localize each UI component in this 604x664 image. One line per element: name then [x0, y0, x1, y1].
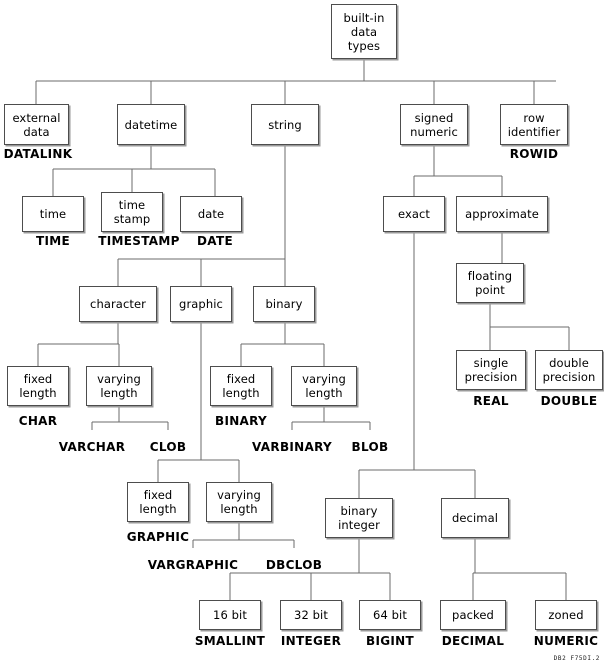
- node-time: time: [22, 196, 84, 232]
- node-external: external data: [4, 104, 69, 145]
- node-grfixed: fixed length: [127, 482, 189, 522]
- node-character: character: [79, 286, 157, 322]
- sql-type-name-rowid: ROWID: [509, 147, 559, 161]
- node-packed: packed: [440, 600, 506, 630]
- node-binint: binary integer: [325, 498, 393, 538]
- node-binary: binary: [253, 286, 315, 322]
- node-approximate: approximate: [456, 196, 548, 232]
- sql-type-name-date: DATE: [197, 234, 233, 248]
- sql-type-name-real: REAL: [473, 394, 509, 408]
- sql-type-name-datalink: DATALINK: [3, 147, 73, 161]
- sql-type-name-integer: INTEGER: [280, 634, 342, 648]
- node-bit16: 16 bit: [199, 600, 261, 630]
- sql-type-name-smallint: SMALLINT: [194, 634, 266, 648]
- builtin-data-types-diagram: built-in data types external data datetime…: [0, 0, 604, 664]
- sql-type-name-double: DOUBLE: [540, 394, 598, 408]
- node-builtin: built-in data types: [331, 4, 397, 59]
- node-timestamp: time stamp: [101, 192, 163, 232]
- sql-type-name-blob: BLOB: [351, 440, 389, 454]
- sql-type-name-numeric: NUMERIC: [533, 634, 599, 648]
- node-decimal: decimal: [441, 498, 509, 538]
- node-grvarying: varying length: [206, 482, 272, 522]
- node-binvarying: varying length: [291, 366, 357, 406]
- sql-type-name-vargraphic: VARGRAPHIC: [147, 558, 239, 572]
- sql-type-name-binary: BINARY: [214, 414, 268, 428]
- node-binfixed: fixed length: [210, 366, 272, 406]
- node-zoned: zoned: [535, 600, 597, 630]
- sql-type-name-char: CHAR: [18, 414, 58, 428]
- sql-type-name-varchar: VARCHAR: [58, 440, 126, 454]
- node-bit32: 32 bit: [280, 600, 342, 630]
- node-string: string: [251, 104, 319, 145]
- node-floatingpt: floating point: [456, 263, 524, 303]
- figure-identifier: DB2 F75DI.2: [553, 655, 600, 662]
- sql-type-name-dbclob: DBCLOB: [265, 558, 323, 572]
- sql-type-name-varbinary: VARBINARY: [252, 440, 332, 454]
- node-charfixed: fixed length: [7, 366, 69, 406]
- sql-type-name-decimal: DECIMAL: [441, 634, 505, 648]
- node-datetime: datetime: [117, 104, 185, 145]
- sql-type-name-bigint: BIGINT: [366, 634, 414, 648]
- node-exact: exact: [383, 196, 445, 232]
- sql-type-name-clob: CLOB: [149, 440, 187, 454]
- node-rowid: row identifier: [500, 104, 568, 145]
- node-date: date: [180, 196, 242, 232]
- node-double: double precision: [535, 350, 603, 390]
- node-charvarying: varying length: [86, 366, 152, 406]
- node-graphic: graphic: [170, 286, 232, 322]
- sql-type-name-graphic: GRAPHIC: [126, 530, 190, 544]
- sql-type-name-timestamp: TIMESTAMP: [98, 234, 180, 248]
- sql-type-name-time: TIME: [36, 234, 70, 248]
- node-bit64: 64 bit: [359, 600, 421, 630]
- node-single: single precision: [456, 350, 526, 390]
- node-signednum: signed numeric: [400, 104, 468, 145]
